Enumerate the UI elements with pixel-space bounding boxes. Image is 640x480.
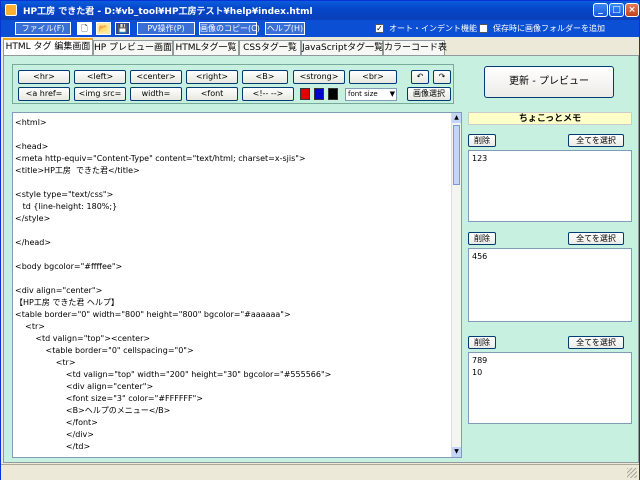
editor-line[interactable] xyxy=(15,249,449,261)
memo2-select-all-button[interactable]: 全てを選択 xyxy=(568,232,624,245)
font-size-select-value: font size xyxy=(348,90,378,98)
minimize-button[interactable]: _ xyxy=(593,3,608,17)
maximize-button[interactable]: □ xyxy=(609,3,624,17)
tab-strip: HTML タグ 編集画面 HP プレビュー画面 HTMLタグ一覧 CSSタグ一覧… xyxy=(3,38,639,56)
tab-color-code-table[interactable]: カラーコード表 xyxy=(383,40,447,55)
memo-title: ちょこっとメモ xyxy=(468,112,632,125)
chevron-down-icon: ▼ xyxy=(389,90,395,98)
editor-line[interactable]: <style type="text/css"> xyxy=(15,189,449,201)
checkbox-unchecked-icon xyxy=(479,24,488,33)
status-bar xyxy=(1,464,639,480)
app-window: HP工房 できた君 - D:¥vb_tool¥HP工房テスト¥help¥inde… xyxy=(0,0,640,480)
black-color-button[interactable] xyxy=(328,88,338,100)
save-image-folder-checkbox[interactable]: 保存時に画像フォルダーを追加 xyxy=(479,22,605,35)
memo1-select-all-button[interactable]: 全てを選択 xyxy=(568,134,624,147)
right-tag-button[interactable]: <right> xyxy=(186,70,238,84)
checkbox-checked-icon: ✓ xyxy=(375,24,384,33)
scroll-thumb[interactable] xyxy=(453,125,460,185)
font-size-select[interactable]: font size ▼ xyxy=(345,88,397,101)
editor-line[interactable]: </font> xyxy=(15,417,449,429)
font-tag-button[interactable]: <font xyxy=(186,87,238,101)
tab-html-edit[interactable]: HTML タグ 編集画面 xyxy=(3,38,93,56)
memo3-select-all-button[interactable]: 全てを選択 xyxy=(568,336,624,349)
tag-toolbar: <hr> <left> <center> <right> <B> <strong… xyxy=(12,64,454,104)
scroll-down-icon[interactable]: ▼ xyxy=(452,447,461,457)
editor-line[interactable]: <body bgcolor="#ffffee"> xyxy=(15,261,449,273)
tab-css-tag-list[interactable]: CSSタグ一覧 xyxy=(239,40,301,55)
editor-scrollbar[interactable]: ▲ ▼ xyxy=(451,113,461,457)
menu-pv-operation[interactable]: PV操作(P) xyxy=(137,22,195,35)
editor-line[interactable]: </td> xyxy=(15,441,449,453)
red-color-button[interactable] xyxy=(300,88,310,100)
editor-line[interactable]: <table border="0" width="800" height="80… xyxy=(15,309,449,321)
undo-icon[interactable]: ↶ xyxy=(411,70,429,84)
memo1-textarea[interactable]: 123 xyxy=(468,150,632,222)
menu-image-copy[interactable]: 画像のコピー(C) xyxy=(199,22,260,35)
editor-line[interactable]: <table border="0" cellspacing="0"> xyxy=(15,345,449,357)
editor-line[interactable] xyxy=(15,177,449,189)
memo1-delete-button[interactable]: 削除 xyxy=(468,134,496,147)
editor-line[interactable] xyxy=(15,129,449,141)
editor-line[interactable]: </div> xyxy=(15,429,449,441)
editor-line[interactable]: <tr> xyxy=(15,321,449,333)
memo2-textarea[interactable]: 456 xyxy=(468,248,632,322)
save-image-folder-label: 保存時に画像フォルダーを追加 xyxy=(493,24,605,33)
html-editor[interactable]: <html> <head> <meta http-equiv="Content-T… xyxy=(12,112,462,458)
refresh-preview-button[interactable]: 更新 - プレビュー xyxy=(484,66,614,98)
new-file-icon[interactable]: 🗋 xyxy=(77,22,92,35)
br-tag-button[interactable]: <br> xyxy=(349,70,397,84)
editor-line[interactable]: <html> xyxy=(15,117,449,129)
editor-line[interactable]: <meta http-equiv="Content-Type" content=… xyxy=(15,153,449,165)
memo3-textarea[interactable]: 789 10 xyxy=(468,352,632,424)
redo-icon[interactable]: ↷ xyxy=(433,70,451,84)
scroll-up-icon[interactable]: ▲ xyxy=(452,113,461,123)
editor-line[interactable] xyxy=(15,225,449,237)
menu-bar: ファイル(F) 🗋 📂 💾 PV操作(P) 画像のコピー(C) ヘルプ(H) ✓… xyxy=(1,20,639,37)
editor-line[interactable] xyxy=(15,273,449,285)
img-src-tag-button[interactable]: <img src= xyxy=(74,87,126,101)
a-href-tag-button[interactable]: <a href= xyxy=(18,87,70,101)
image-select-button[interactable]: 画像選択 xyxy=(407,87,451,101)
editor-line[interactable]: <div align="center"> xyxy=(15,381,449,393)
close-button[interactable]: × xyxy=(625,3,639,17)
window-title: HP工房 できた君 - D:¥vb_tool¥HP工房テスト¥help¥inde… xyxy=(23,7,313,17)
editor-line[interactable]: <tr> xyxy=(15,357,449,369)
resize-grip-icon[interactable] xyxy=(627,468,637,478)
hr-tag-button[interactable]: <hr> xyxy=(18,70,70,84)
edit-panel: <hr> <left> <center> <right> <B> <strong… xyxy=(3,55,639,463)
menu-help[interactable]: ヘルプ(H) xyxy=(265,22,305,35)
editor-line[interactable]: td {line-height: 180%;} xyxy=(15,201,449,213)
title-bar: HP工房 できた君 - D:¥vb_tool¥HP工房テスト¥help¥inde… xyxy=(1,1,639,20)
editor-line[interactable]: </style> xyxy=(15,213,449,225)
memo2-delete-button[interactable]: 削除 xyxy=(468,232,496,245)
editor-line[interactable]: <font size="3" color="#FFFFFF"> xyxy=(15,393,449,405)
center-tag-button[interactable]: <center> xyxy=(130,70,182,84)
editor-line[interactable]: 【HP工房 できた君 ヘルプ】 xyxy=(15,297,449,309)
editor-line[interactable]: <B>ヘルプのメニュー</B> xyxy=(15,405,449,417)
auto-indent-label: オート・インデント機能 xyxy=(389,24,477,33)
auto-indent-checkbox[interactable]: ✓ オート・インデント機能 xyxy=(375,22,477,35)
memo3-delete-button[interactable]: 削除 xyxy=(468,336,496,349)
menu-file[interactable]: ファイル(F) xyxy=(15,22,71,35)
editor-text[interactable]: <html> <head> <meta http-equiv="Content-T… xyxy=(15,117,449,453)
blue-color-button[interactable] xyxy=(314,88,324,100)
tab-javascript-tag-list[interactable]: JavaScriptタグ一覧 xyxy=(301,40,383,55)
app-icon xyxy=(5,4,17,16)
editor-line[interactable]: <div align="center"> xyxy=(15,285,449,297)
tab-hp-preview[interactable]: HP プレビュー画面 xyxy=(93,40,173,55)
comment-tag-button[interactable]: <!-- --> xyxy=(242,87,294,101)
tab-html-tag-list[interactable]: HTMLタグ一覧 xyxy=(173,40,239,55)
editor-line[interactable]: <title>HP工房 できた君</title> xyxy=(15,165,449,177)
open-folder-icon[interactable]: 📂 xyxy=(96,22,111,35)
strong-tag-button[interactable]: <strong> xyxy=(293,70,345,84)
editor-line[interactable]: <td valign="top" width="200" height="30"… xyxy=(15,369,449,381)
editor-line[interactable]: <head> xyxy=(15,141,449,153)
bold-tag-button[interactable]: <B> xyxy=(242,70,288,84)
editor-line[interactable]: </head> xyxy=(15,237,449,249)
left-tag-button[interactable]: <left> xyxy=(74,70,126,84)
editor-line[interactable]: <td valign="top"><center> xyxy=(15,333,449,345)
width-tag-button[interactable]: width= xyxy=(130,87,182,101)
save-icon[interactable]: 💾 xyxy=(115,22,130,35)
